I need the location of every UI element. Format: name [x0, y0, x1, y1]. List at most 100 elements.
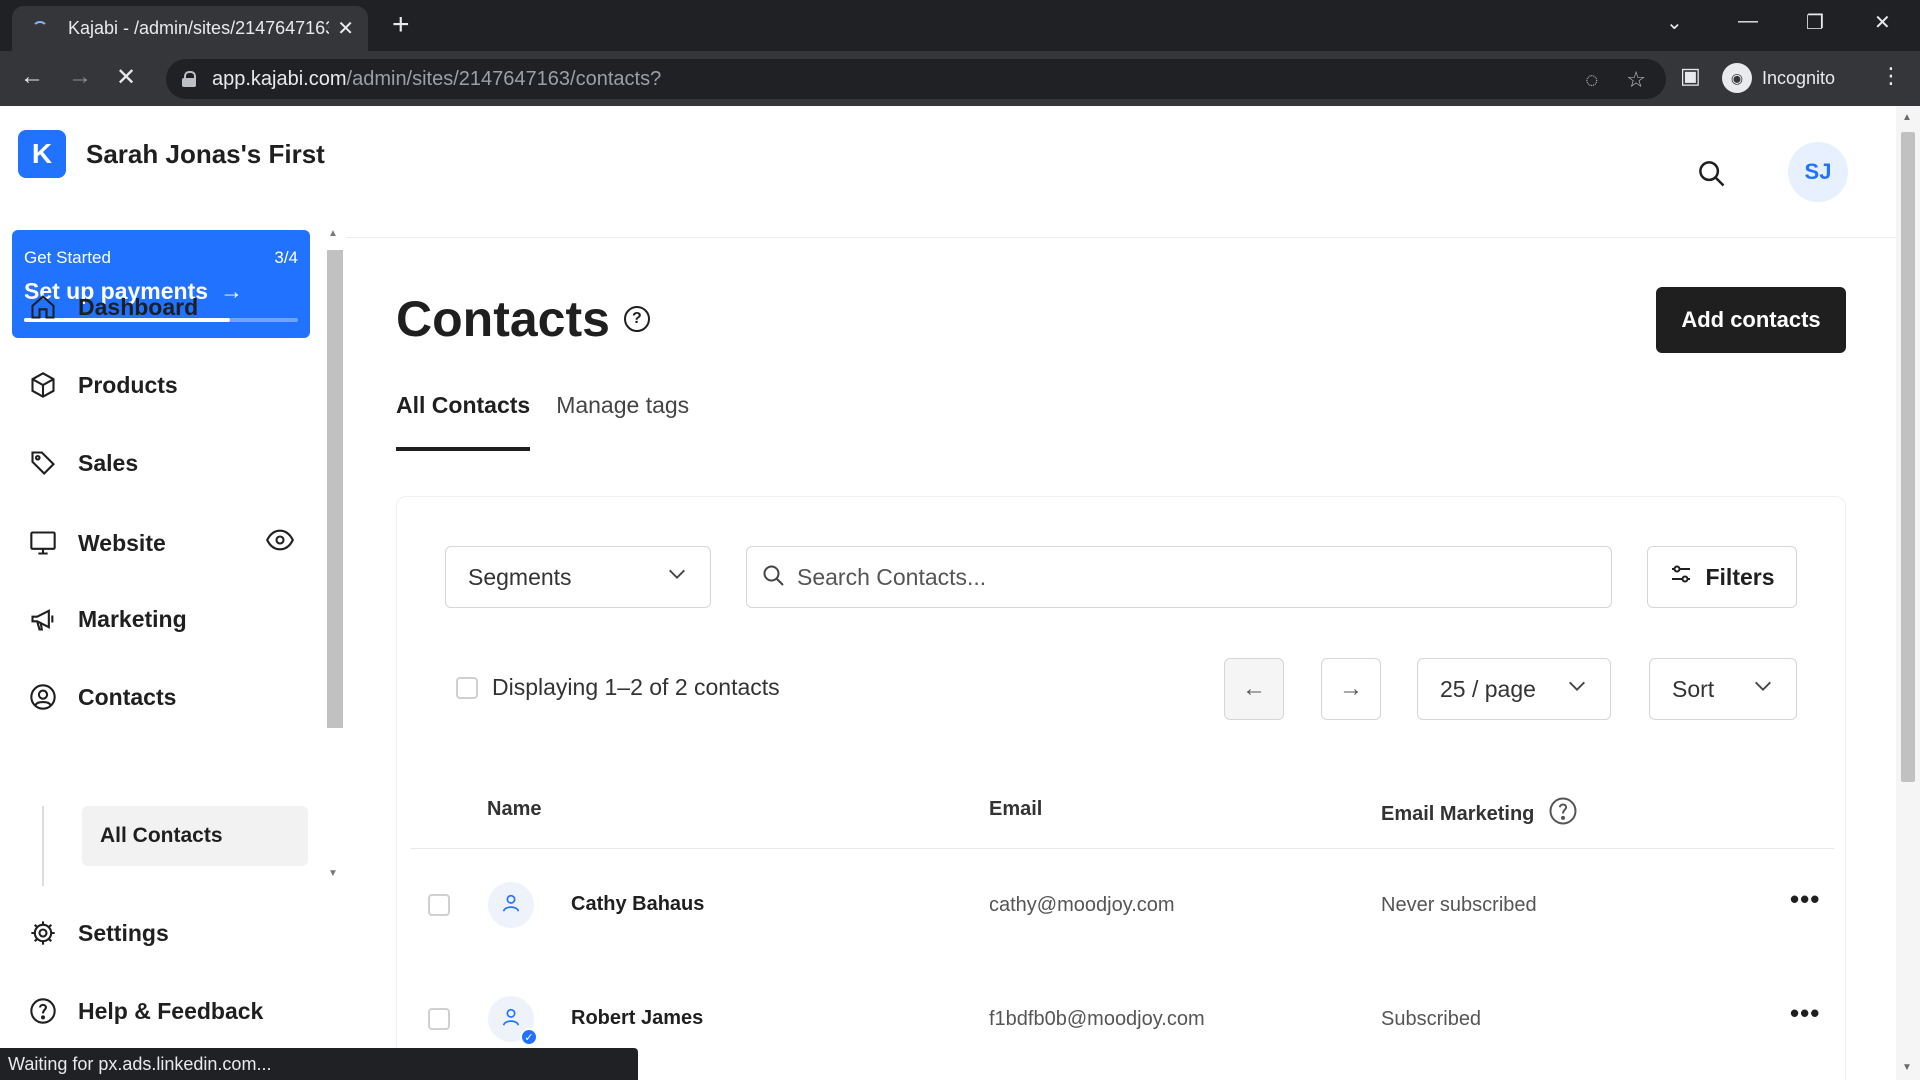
sidebar-item-products[interactable]: Products — [28, 370, 178, 400]
segments-label: Segments — [468, 563, 572, 590]
row-checkbox[interactable] — [428, 1008, 450, 1030]
per-page-dropdown[interactable]: 25 / page — [1417, 658, 1611, 720]
sidebar-item-label: Website — [78, 529, 166, 556]
scroll-down-arrow-icon[interactable]: ▼ — [1902, 1062, 1912, 1073]
sidebar-item-settings[interactable]: Settings — [28, 918, 169, 948]
restore-button[interactable]: ❐ — [1806, 10, 1824, 35]
previous-page-button[interactable]: ← — [1224, 658, 1284, 720]
contact-marketing-status: Subscribed — [1381, 1008, 1482, 1030]
forward-button[interactable]: → — [68, 63, 92, 91]
close-tab-icon[interactable]: ✕ — [337, 16, 354, 41]
scroll-up-arrow-icon[interactable]: ▲ — [328, 228, 338, 239]
kajabi-logo-icon: K — [18, 130, 66, 178]
user-icon — [500, 1006, 522, 1033]
sort-label: Sort — [1672, 675, 1715, 702]
address-bar[interactable]: app.kajabi.com/admin/sites/2147647163/co… — [166, 59, 1666, 99]
sidebar-scrollbar[interactable]: ▲ ▼ — [324, 224, 346, 884]
sidebar-item-help[interactable]: Help & Feedback — [28, 996, 263, 1026]
subnav-divider — [42, 806, 44, 886]
more-options-icon[interactable]: ••• — [1790, 998, 1820, 1029]
loading-spinner-icon — [32, 20, 48, 37]
site-name: Sarah Jonas's First — [86, 138, 325, 169]
minimize-button[interactable]: — — [1738, 10, 1758, 33]
sidebar-item-label: Help & Feedback — [78, 997, 264, 1024]
sidebar-item-marketing[interactable]: Marketing — [28, 604, 187, 634]
browser-tab[interactable]: Kajabi - /admin/sites/2147647163 ✕ — [12, 6, 368, 51]
page-scrollbar[interactable]: ▲ ▼ — [1896, 106, 1920, 1080]
select-all-checkbox[interactable] — [456, 676, 478, 699]
per-page-label: 25 / page — [1440, 675, 1536, 702]
megaphone-icon — [28, 604, 58, 634]
eye-icon[interactable] — [265, 526, 295, 560]
app-header: SJ — [346, 106, 1896, 238]
help-icon[interactable]: ? — [623, 306, 650, 332]
sidebar-item-contacts[interactable]: Contacts — [28, 682, 176, 712]
chevron-down-icon — [1752, 675, 1774, 703]
page-scroll-thumb[interactable] — [1901, 132, 1915, 782]
search-contacts-input[interactable] — [797, 563, 1577, 591]
displaying-count: Displaying 1–2 of 2 contacts — [492, 674, 780, 700]
gear-icon — [28, 918, 58, 948]
eye-off-icon[interactable]: ◌ — [1585, 67, 1598, 93]
tag-icon — [28, 448, 58, 478]
contact-avatar: ✓ — [488, 996, 538, 1046]
lock-icon — [182, 71, 196, 87]
arrow-right-icon: → — [1339, 675, 1363, 702]
incognito-indicator[interactable]: ◉ Incognito — [1722, 59, 1835, 97]
new-tab-button[interactable]: + — [392, 10, 410, 40]
help-icon[interactable] — [1548, 796, 1578, 832]
back-button[interactable]: ← — [20, 63, 44, 91]
menu-icon[interactable]: ⋮ — [1880, 63, 1902, 89]
segments-dropdown[interactable]: Segments — [445, 546, 711, 608]
user-avatar[interactable]: SJ — [1788, 142, 1848, 202]
column-header-email[interactable]: Email — [989, 798, 1042, 821]
filters-label: Filters — [1705, 563, 1775, 590]
contact-name[interactable]: Robert James — [571, 1007, 703, 1030]
add-contacts-button[interactable]: Add contacts — [1656, 287, 1846, 353]
row-checkbox[interactable] — [428, 894, 450, 916]
sidebar-item-dashboard[interactable]: Dashboard — [28, 292, 198, 322]
next-page-button[interactable]: → — [1321, 658, 1381, 720]
page-title: Contacts ? — [396, 290, 650, 348]
home-icon — [28, 292, 58, 322]
contact-marketing-status: Never subscribed — [1381, 894, 1537, 916]
tab-manage-tags[interactable]: Manage tags — [556, 392, 689, 451]
brand[interactable]: K Sarah Jonas's First — [18, 130, 325, 178]
close-window-button[interactable]: ✕ — [1874, 10, 1891, 35]
sidebar-item-label: Marketing — [78, 605, 187, 632]
column-header-label: Email Marketing — [1381, 802, 1535, 825]
tab-all-contacts[interactable]: All Contacts — [396, 392, 531, 451]
scroll-up-arrow-icon[interactable]: ▲ — [1902, 112, 1912, 123]
monitor-icon — [28, 528, 58, 558]
stop-loading-button[interactable]: ✕ — [116, 63, 136, 92]
contact-name[interactable]: Cathy Bahaus — [571, 893, 704, 916]
sidebar-item-sales[interactable]: Sales — [28, 448, 138, 478]
tab-search-icon[interactable]: ⌄ — [1666, 10, 1683, 35]
displaying-row: Displaying 1–2 of 2 contacts — [456, 674, 780, 701]
verified-check-icon: ✓ — [520, 1028, 538, 1046]
sidebar-item-label: Contacts — [78, 683, 177, 710]
star-icon[interactable]: ☆ — [1626, 67, 1646, 93]
more-options-icon[interactable]: ••• — [1790, 884, 1820, 915]
contact-email: f1bdfb0b@moodjoy.com — [989, 1008, 1205, 1030]
arrow-left-icon: ← — [1242, 675, 1266, 702]
filters-button[interactable]: Filters — [1647, 546, 1797, 608]
sidebar-item-website[interactable]: Website — [28, 526, 295, 560]
sort-dropdown[interactable]: Sort — [1649, 658, 1797, 720]
browser-tab-bar: Kajabi - /admin/sites/2147647163 ✕ + ⌄ —… — [0, 0, 1920, 51]
user-icon — [500, 892, 522, 919]
chevron-down-icon — [666, 563, 688, 591]
sidebar: K Sarah Jonas's First Get Started 3/4 Se… — [0, 106, 346, 1080]
url-text: app.kajabi.com/admin/sites/2147647163/co… — [212, 67, 662, 90]
scroll-down-arrow-icon[interactable]: ▼ — [328, 868, 338, 879]
sidebar-item-label: Products — [78, 371, 178, 398]
sidebar-subitem-all-contacts[interactable]: All Contacts — [82, 806, 308, 866]
sidebar-scroll-thumb[interactable] — [327, 250, 343, 728]
sidebar-item-label: Sales — [78, 449, 139, 476]
column-header-name[interactable]: Name — [487, 798, 541, 821]
sidebar-item-label: Settings — [78, 919, 169, 946]
help-circle-icon — [28, 996, 58, 1026]
search-contacts-field[interactable] — [746, 546, 1612, 608]
search-icon[interactable] — [1696, 158, 1726, 193]
side-panel-icon[interactable]: ▣ — [1680, 63, 1701, 89]
